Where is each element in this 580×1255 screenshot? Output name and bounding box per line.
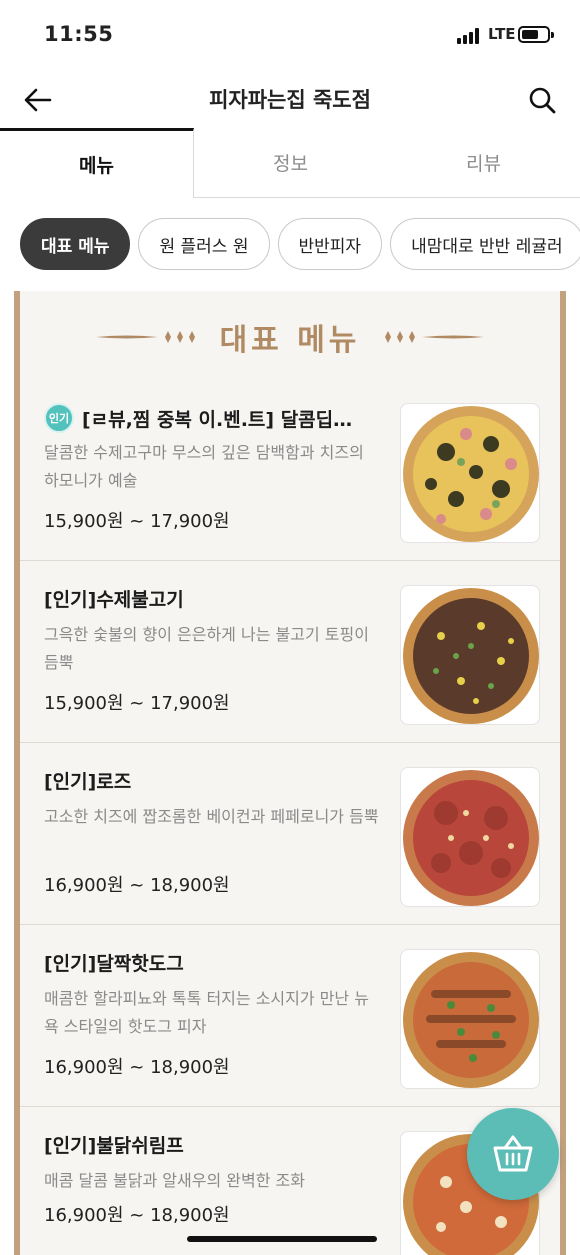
section-header: 대표 메뉴 [20, 311, 560, 363]
chip-one-plus-one[interactable]: 원 플러스 원 [138, 218, 270, 270]
menu-item-desc: 고소한 치즈에 짭조롬한 베이컨과 페페로니가 듬뿍 [44, 807, 379, 826]
menu-item-desc: 매콤한 할라피뇨와 톡톡 터지는 소시지가 만난 뉴욕 스타일의 핫도그 피자 [44, 989, 369, 1036]
menu-item-price: 16,900원 ~ 18,900원 [44, 1057, 230, 1078]
home-indicator [187, 1236, 377, 1242]
menu-item-name: [인기]수제불고기 [44, 589, 184, 611]
tab-info[interactable]: 정보 [194, 128, 387, 198]
menu-item[interactable]: 인기 [ㄹ뷰,찜 중복 이.벤.트] 달콤딥… 달콤한 수제고구마 무스의 깊은… [20, 379, 560, 561]
chip-half-half[interactable]: 반반피자 [277, 218, 383, 270]
menu-item-name: [인기]달짝핫도그 [44, 953, 184, 975]
menu-item-price: 15,900원 ~ 17,900원 [44, 693, 230, 714]
store-title: 피자파는집 죽도점 [209, 88, 371, 112]
menu-item-desc: 그윽한 숯불의 향이 은은하게 나는 불고기 토핑이 듬뿍 [44, 625, 369, 672]
menu-item[interactable]: [인기]로즈 고소한 치즈에 짭조롬한 베이컨과 페페로니가 듬뿍 16,900… [20, 743, 560, 925]
status-bar: 11:55 LTE [0, 0, 580, 70]
section-title: 대표 메뉴 [219, 323, 361, 358]
menu-item-price: 16,900원 ~ 18,900원 [44, 875, 230, 896]
ornament-right-icon [385, 331, 485, 343]
app-header: 피자파는집 죽도점 [0, 70, 580, 128]
pizza-image [400, 767, 540, 907]
chip-custom-half-regular[interactable]: 내맘대로 반반 레귤러 [390, 218, 580, 270]
menu-item-price: 15,900원 ~ 17,900원 [44, 511, 230, 532]
menu-item[interactable]: [인기]수제불고기 그윽한 숯불의 향이 은은하게 나는 불고기 토핑이 듬뿍 … [20, 561, 560, 743]
menu-item-desc: 매콤 달콤 불닭과 알새우의 완벽한 조화 [44, 1171, 305, 1190]
status-time: 11:55 [44, 22, 114, 46]
menu-item-name: 인기 [ㄹ뷰,찜 중복 이.벤.트] 달콤딥… [44, 403, 379, 433]
tab-menu[interactable]: 메뉴 [0, 128, 194, 198]
chip-signature-menu[interactable]: 대표 메뉴 [20, 218, 131, 270]
popular-badge: 인기 [44, 403, 74, 433]
menu-item-price: 16,900원 ~ 18,900원 [44, 1205, 230, 1226]
basket-icon [493, 1135, 533, 1172]
menu-item-name: [인기]로즈 [44, 771, 132, 793]
search-button[interactable] [522, 80, 562, 120]
tab-bar: 메뉴 정보 리뷰 [0, 128, 580, 198]
search-icon [529, 87, 556, 114]
network-label: LTE [488, 25, 516, 43]
cart-button[interactable] [467, 1108, 559, 1200]
signal-icon [457, 28, 483, 44]
menu-item-name: [인기]불닭쉬림프 [44, 1135, 184, 1157]
category-chips: 대표 메뉴 원 플러스 원 반반피자 내맘대로 반반 레귤러 [20, 218, 580, 270]
battery-icon [518, 26, 554, 43]
menu-item[interactable]: [인기]달짝핫도그 매콤한 할라피뇨와 톡톡 터지는 소시지가 만난 뉴욕 스타… [20, 925, 560, 1107]
menu-item-desc: 달콤한 수제고구마 무스의 깊은 담백함과 치즈의 하모니가 예술 [44, 443, 364, 490]
menu-panel: 대표 메뉴 인기 [ㄹ뷰,찜 중복 이.벤.트] 달콤딥… 달콤한 수제고구마 … [14, 291, 566, 1255]
ornament-left-icon [95, 331, 195, 343]
pizza-image [400, 403, 540, 543]
tab-reviews[interactable]: 리뷰 [387, 128, 580, 198]
pizza-image [400, 949, 540, 1089]
pizza-image [400, 585, 540, 725]
